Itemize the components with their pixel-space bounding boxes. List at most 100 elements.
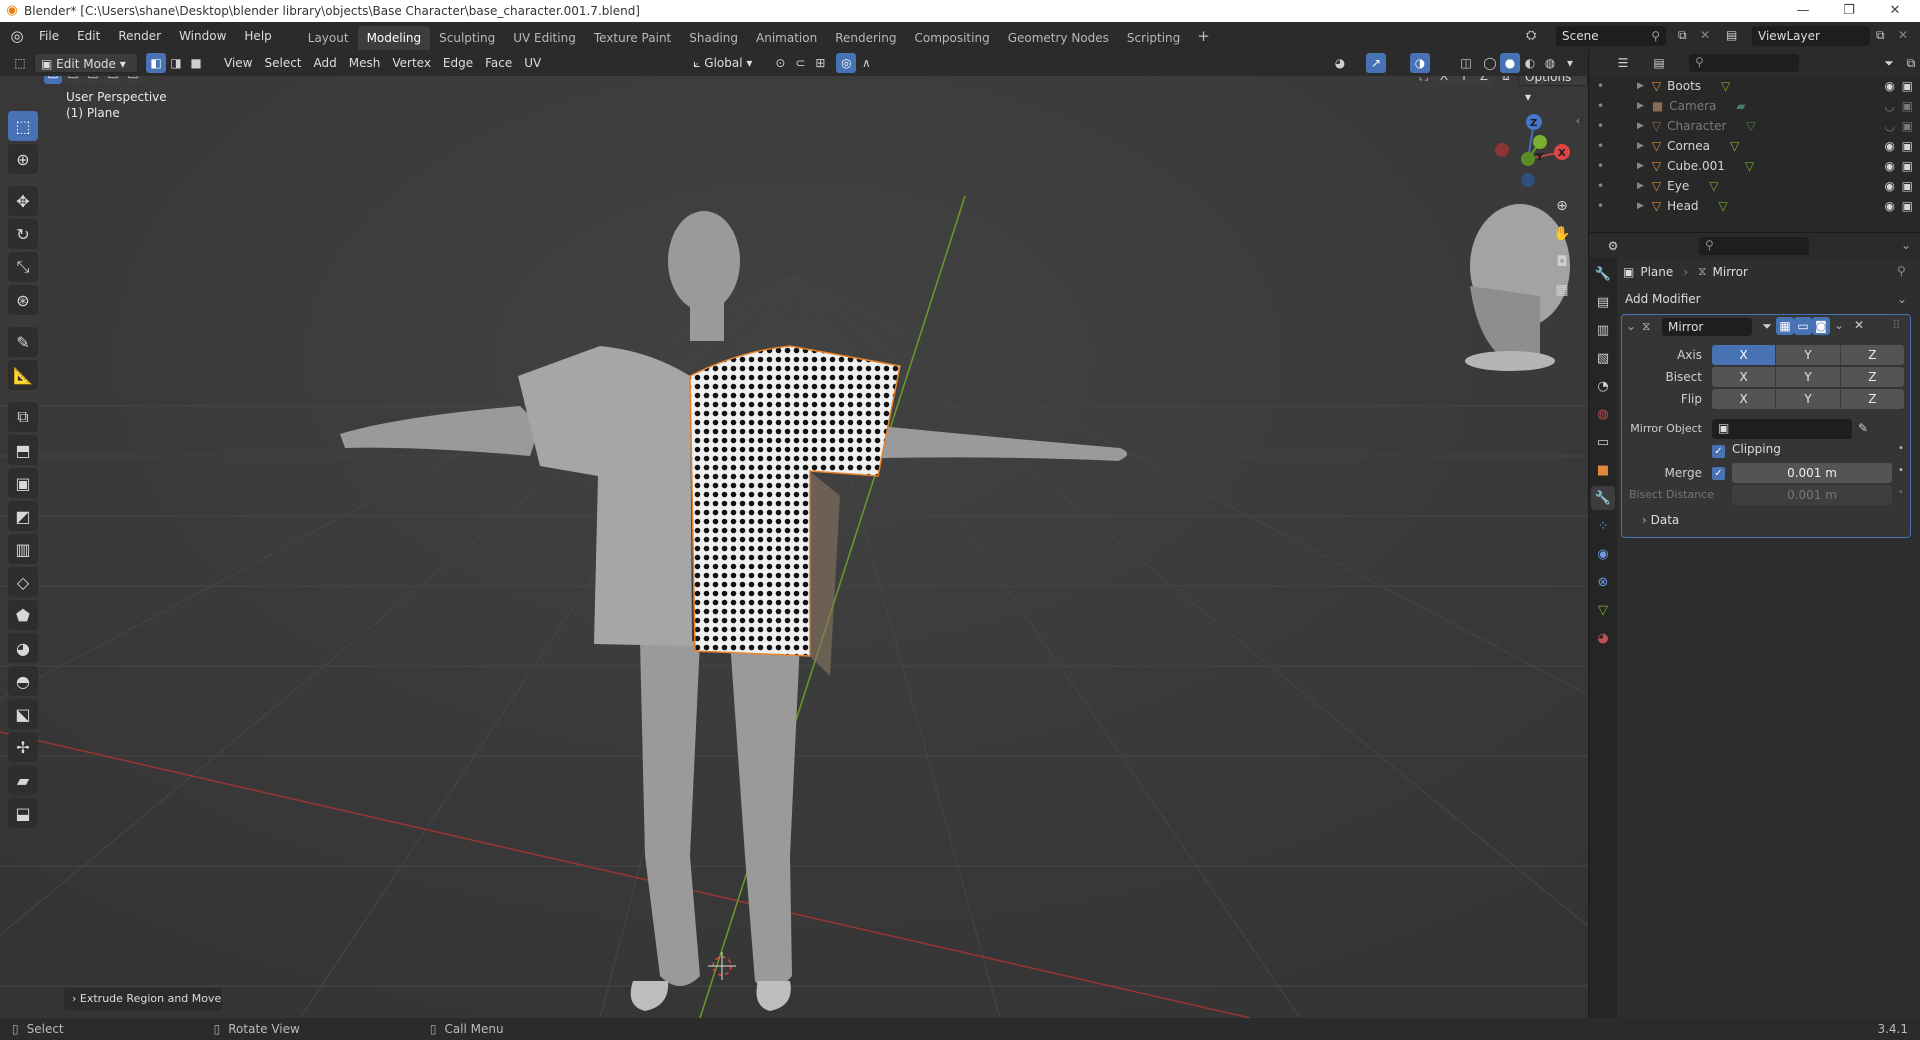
- bisect-y-toggle[interactable]: Y: [1776, 367, 1841, 387]
- invert-selection-icon[interactable]: ▭: [104, 76, 122, 84]
- add-workspace-button[interactable]: +: [1189, 27, 1218, 45]
- mirror-object-field[interactable]: ▣: [1712, 419, 1852, 439]
- flip-y-toggle[interactable]: Y: [1776, 389, 1841, 409]
- sidebar-toggle-icon[interactable]: ‹: [1576, 116, 1580, 127]
- inset-faces-tool-icon[interactable]: ▣: [8, 468, 38, 498]
- output-tab-icon[interactable]: ▥: [1591, 318, 1615, 342]
- rip-region-tool-icon[interactable]: ⬓: [8, 798, 38, 828]
- extrude-region-tool-icon[interactable]: ⬒: [8, 435, 38, 465]
- tab-geometry-nodes[interactable]: Geometry Nodes: [999, 26, 1118, 50]
- outliner-item[interactable]: • ▶ ■ Camera ▰ ◡ ▣: [1589, 96, 1920, 116]
- new-view-layer-icon[interactable]: ⧉: [1876, 28, 1885, 43]
- scene-canvas[interactable]: X Y Z: [0, 76, 1588, 1018]
- tab-modeling[interactable]: Modeling: [357, 26, 431, 50]
- outliner-item[interactable]: • ▶ ▽ Cornea ▽ ◉ ▣: [1589, 136, 1920, 156]
- visibility-selectability-icon[interactable]: ◕: [1330, 53, 1350, 73]
- intersect-selection-icon[interactable]: ▭: [124, 76, 142, 84]
- camera-render-icon[interactable]: ▣: [1902, 79, 1913, 93]
- data-subpanel-header[interactable]: › Data: [1642, 513, 1679, 527]
- proportional-edit-icon[interactable]: ◎: [836, 53, 857, 73]
- wireframe-shading-icon[interactable]: ◯: [1480, 53, 1500, 73]
- axis-y-toggle[interactable]: Y: [1776, 345, 1841, 365]
- delete-view-layer-icon[interactable]: ✕: [1898, 28, 1908, 42]
- falloff-icon[interactable]: ∧: [856, 53, 876, 73]
- face-select-icon[interactable]: ■: [186, 53, 206, 73]
- world-tab-icon[interactable]: ◍: [1591, 402, 1615, 426]
- expand-arrow-icon[interactable]: ▶: [1637, 201, 1644, 211]
- delete-scene-icon[interactable]: ✕: [1700, 28, 1710, 42]
- move-tool-icon[interactable]: ✥: [8, 186, 38, 216]
- menu-face[interactable]: Face: [479, 53, 518, 73]
- particles-tab-icon[interactable]: ⁘: [1591, 514, 1615, 538]
- transform-tool-icon[interactable]: ⊛: [8, 285, 38, 315]
- gizmo-toggle-icon[interactable]: ↗: [1366, 53, 1386, 73]
- clipping-checkbox[interactable]: ✓: [1712, 445, 1725, 458]
- mirror-x-toggle[interactable]: X: [1434, 76, 1454, 86]
- axis-z-toggle[interactable]: Z: [1840, 345, 1904, 365]
- modifier-tab-icon[interactable]: 🔧: [1591, 486, 1615, 510]
- tab-texture-paint[interactable]: Texture Paint: [585, 26, 680, 50]
- edit-mode-display-icon[interactable]: ⏷: [1758, 317, 1776, 335]
- smooth-tool-icon[interactable]: ◓: [8, 666, 38, 696]
- perspective-toggle-icon[interactable]: ▦: [1550, 278, 1574, 302]
- properties-search-input[interactable]: ⚲: [1699, 237, 1809, 255]
- flip-x-toggle[interactable]: X: [1712, 389, 1777, 409]
- camera-render-icon[interactable]: ▣: [1902, 119, 1913, 133]
- camera-render-icon[interactable]: ▣: [1902, 179, 1913, 193]
- modifier-menu-chevron-icon[interactable]: ⌄: [1834, 318, 1844, 332]
- eye-closed-icon[interactable]: ◡: [1885, 99, 1895, 113]
- merge-checkbox[interactable]: ✓: [1712, 467, 1725, 480]
- data-tab-icon[interactable]: ▽: [1591, 598, 1615, 622]
- minimize-button[interactable]: —: [1780, 0, 1826, 22]
- close-window-button[interactable]: ✕: [1872, 0, 1918, 22]
- expand-arrow-icon[interactable]: ▶: [1637, 101, 1644, 111]
- menu-edit[interactable]: Edit: [68, 22, 109, 50]
- eye-closed-icon[interactable]: ◡: [1885, 119, 1895, 133]
- scale-tool-icon[interactable]: ⤡: [8, 252, 38, 282]
- properties-editor-type-icon[interactable]: ⚙: [1603, 236, 1623, 256]
- 3d-viewport[interactable]: X Y Z User Perspective (1) Plane ▭ ▭ ▭ ▭…: [0, 76, 1588, 1018]
- overlay-toggle-icon[interactable]: ◑: [1410, 53, 1430, 73]
- eyedropper-icon[interactable]: ✎: [1858, 421, 1868, 435]
- eye-icon[interactable]: ◉: [1885, 139, 1895, 153]
- outliner-item[interactable]: • ▶ ▽ Boots ▽ ◉ ▣: [1589, 76, 1920, 96]
- zoom-icon[interactable]: ⊕: [1550, 194, 1574, 218]
- keyframe-dot[interactable]: •: [1898, 443, 1904, 454]
- expand-arrow-icon[interactable]: ▶: [1637, 161, 1644, 171]
- shading-options-icon[interactable]: ▾: [1560, 53, 1580, 73]
- pan-hand-icon[interactable]: ✋: [1550, 222, 1574, 246]
- camera-view-icon[interactable]: ◘: [1550, 250, 1574, 274]
- bisect-x-toggle[interactable]: X: [1712, 367, 1777, 387]
- bevel-tool-icon[interactable]: ◩: [8, 501, 38, 531]
- object-tab-icon[interactable]: ■: [1591, 458, 1615, 482]
- render-tab-icon[interactable]: ▤: [1591, 290, 1615, 314]
- eye-icon[interactable]: ◉: [1885, 159, 1895, 173]
- annotate-tool-icon[interactable]: ✎: [8, 327, 38, 357]
- shear-tool-icon[interactable]: ▰: [8, 765, 38, 795]
- tab-shading[interactable]: Shading: [680, 26, 747, 50]
- mode-dropdown[interactable]: ▣ Edit Mode ▾: [34, 53, 138, 73]
- view-layer-icon[interactable]: ▤: [1726, 28, 1737, 42]
- mirror-z-toggle[interactable]: Z: [1474, 76, 1494, 86]
- xray-toggle-icon[interactable]: ◫: [1456, 53, 1476, 73]
- pivot-point-icon[interactable]: ⊙: [770, 53, 790, 73]
- maximize-button[interactable]: ❐: [1826, 0, 1872, 22]
- scene-field[interactable]: Scene ⚲: [1556, 26, 1666, 46]
- keyframe-dot[interactable]: •: [1898, 465, 1904, 476]
- outliner-search-input[interactable]: ⚲: [1689, 54, 1799, 72]
- knife-tool-icon[interactable]: ◇: [8, 567, 38, 597]
- spin-tool-icon[interactable]: ◕: [8, 633, 38, 663]
- menu-help[interactable]: Help: [235, 22, 280, 50]
- tab-layout[interactable]: Layout: [299, 26, 358, 50]
- outliner[interactable]: • ▶ ▽ Boots ▽ ◉ ▣ • ▶ ■ Camera ▰ ◡ ▣ • ▶…: [1589, 76, 1920, 232]
- menu-file[interactable]: File: [30, 22, 68, 50]
- blender-logo-icon[interactable]: ◎: [4, 22, 30, 50]
- menu-add[interactable]: Add: [308, 53, 343, 73]
- pin-icon[interactable]: ⚲: [1651, 26, 1660, 46]
- snap-target-icon[interactable]: ⊞: [810, 53, 830, 73]
- filter-icon[interactable]: ⏷: [1879, 53, 1899, 73]
- pin-icon[interactable]: ⚲: [1897, 264, 1906, 278]
- eye-icon[interactable]: ◉: [1885, 179, 1895, 193]
- cursor-tool-icon[interactable]: ⊕: [8, 144, 38, 174]
- tab-animation[interactable]: Animation: [747, 26, 826, 50]
